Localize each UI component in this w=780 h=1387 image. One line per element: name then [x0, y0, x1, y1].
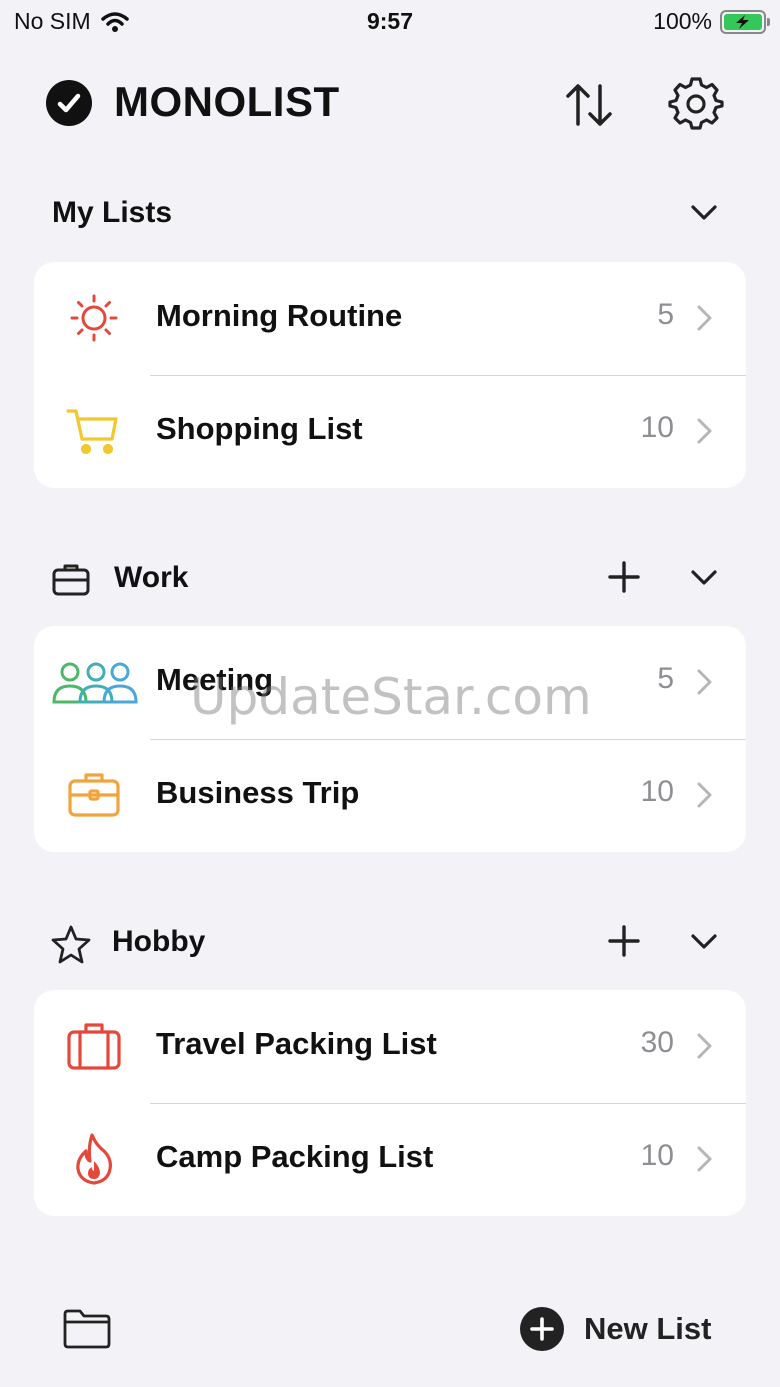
gear-icon — [668, 77, 724, 130]
list-item-label: Shopping List — [156, 411, 363, 446]
list-item-label: Business Trip — [156, 775, 360, 810]
list-item-count: 10 — [640, 1139, 674, 1172]
list-item-morning-routine[interactable]: Morning Routine 5 — [34, 262, 746, 375]
chevron-right-icon — [697, 1033, 712, 1059]
list-item-count: 10 — [640, 775, 674, 808]
add-list-button[interactable] — [604, 557, 644, 597]
add-list-button[interactable] — [604, 921, 644, 961]
list-item-camp-packing-list[interactable]: Camp Packing List 10 — [34, 1103, 746, 1216]
new-list-label: New List — [584, 1311, 712, 1346]
chevron-right-icon — [697, 782, 712, 808]
section-header-my-lists[interactable]: My Lists — [0, 190, 780, 240]
chevron-down-icon — [691, 205, 717, 220]
star-icon — [51, 925, 91, 964]
list-item-label: Meeting — [156, 662, 274, 697]
section-header-hobby[interactable]: Hobby — [0, 919, 780, 969]
briefcase-icon — [68, 773, 120, 817]
chevron-right-icon — [697, 305, 712, 331]
row-divider — [150, 739, 746, 740]
chevron-right-icon — [697, 669, 712, 695]
row-divider — [150, 1103, 746, 1104]
sort-arrows-icon — [566, 84, 612, 126]
app-header: MONOLIST — [0, 72, 780, 132]
list-item-count: 5 — [657, 662, 674, 695]
flame-icon — [76, 1133, 112, 1185]
list-item-label: Travel Packing List — [156, 1026, 437, 1061]
chevron-down-icon — [691, 934, 717, 949]
sun-icon — [70, 294, 118, 342]
list-item-shopping-list[interactable]: Shopping List 10 — [34, 375, 746, 488]
status-right: 100% — [653, 8, 770, 35]
plus-icon — [608, 925, 640, 957]
battery-icon — [720, 9, 770, 34]
list-item-count: 5 — [657, 298, 674, 331]
folder-icon — [63, 1309, 111, 1349]
footer-toolbar: New List — [0, 1300, 780, 1360]
section-title: My Lists — [52, 196, 173, 229]
app-title: MONOLIST — [114, 78, 340, 125]
folder-button[interactable] — [62, 1306, 112, 1350]
list-card-my-lists: Morning Routine 5 Shopping List 10 — [34, 262, 746, 488]
chevron-right-icon — [697, 418, 712, 444]
list-card-hobby: Travel Packing List 30 Camp Packing List… — [34, 990, 746, 1216]
people-icon — [52, 662, 138, 704]
collapse-button[interactable] — [686, 923, 722, 959]
cart-icon — [66, 409, 118, 455]
list-item-travel-packing-list[interactable]: Travel Packing List 30 — [34, 990, 746, 1103]
battery-percent: 100% — [653, 8, 712, 34]
logo-check-icon — [46, 80, 92, 126]
list-item-count: 30 — [640, 1026, 674, 1059]
sort-button[interactable] — [562, 78, 616, 132]
row-divider — [150, 375, 746, 376]
list-item-label: Morning Routine — [156, 298, 403, 333]
list-card-work: Meeting 5 Business Trip 10 — [34, 626, 746, 852]
list-item-label: Camp Packing List — [156, 1139, 434, 1174]
status-bar: No SIM 9:57 100% — [0, 0, 780, 44]
suitcase-icon — [67, 1023, 121, 1070]
chevron-right-icon — [697, 1146, 712, 1172]
plus-icon — [608, 561, 640, 593]
list-item-count: 10 — [640, 411, 674, 444]
section-title: Work — [114, 561, 189, 594]
collapse-button[interactable] — [686, 194, 722, 230]
briefcase-icon — [52, 564, 90, 596]
list-item-business-trip[interactable]: Business Trip 10 — [34, 739, 746, 852]
collapse-button[interactable] — [686, 559, 722, 595]
new-list-button[interactable]: New List — [520, 1306, 740, 1352]
section-title: Hobby — [112, 925, 206, 958]
chevron-down-icon — [691, 570, 717, 585]
plus-circle-icon — [520, 1307, 564, 1351]
settings-button[interactable] — [668, 76, 724, 132]
list-item-meeting[interactable]: Meeting 5 — [34, 626, 746, 739]
section-header-work[interactable]: Work — [0, 555, 780, 605]
